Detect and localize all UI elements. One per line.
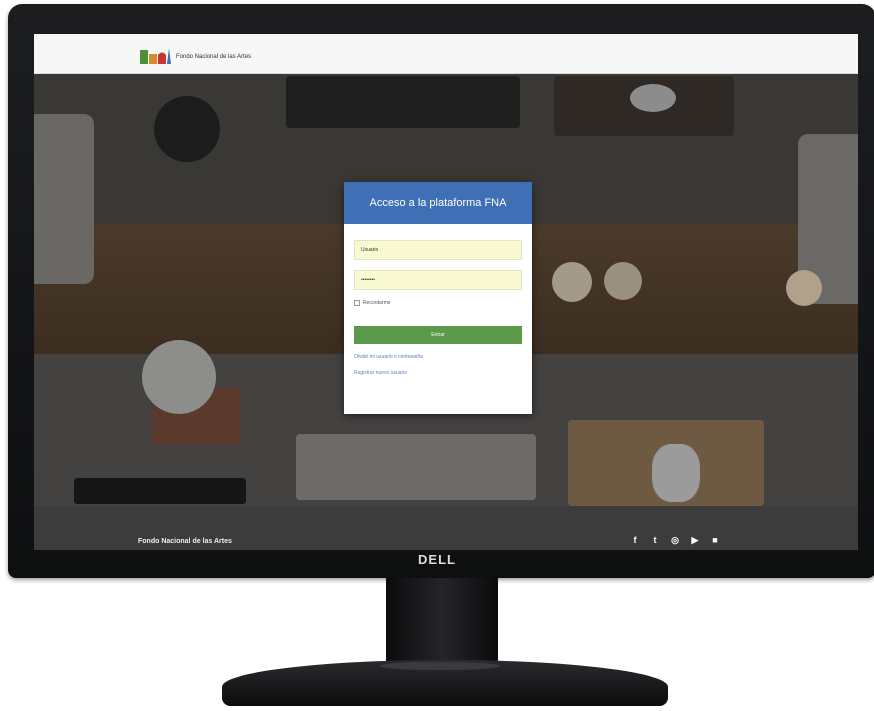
remember-checkbox[interactable]	[354, 300, 360, 306]
remember-label: Recordarme	[363, 300, 391, 306]
phone	[74, 478, 246, 504]
monitor-base-highlight	[380, 662, 500, 670]
register-link[interactable]: Registrar nuevo usuario	[354, 370, 522, 376]
flickr-icon[interactable]: ■	[710, 534, 720, 546]
mouse-bottom	[652, 444, 700, 502]
keyboard-bottom	[296, 434, 536, 500]
facebook-icon[interactable]: f	[630, 534, 640, 546]
decor-round-a	[552, 262, 592, 302]
site-footer: Fondo Nacional de las Artes f t ◎ ▶ ■	[34, 506, 858, 550]
social-links: f t ◎ ▶ ■	[630, 534, 720, 546]
password-field[interactable]: ••••••••	[354, 270, 522, 290]
submit-button[interactable]: Entrar	[354, 326, 522, 344]
speaker-left	[34, 114, 94, 284]
mouse-top	[630, 84, 676, 112]
decor-round-b	[604, 262, 642, 300]
instagram-icon[interactable]: ◎	[670, 534, 680, 546]
footer-name: Fondo Nacional de las Artes	[138, 538, 232, 545]
youtube-icon[interactable]: ▶	[690, 534, 700, 546]
background-photo: Acceso a la plataforma FNA Usuario •••••…	[34, 74, 858, 506]
forgot-password-link[interactable]: Olvidé mi usuario o contraseña	[354, 354, 522, 360]
cup-bottom	[142, 340, 216, 414]
monitor-screen: Fondo Nacional de las Artes Acceso a la …	[34, 34, 858, 550]
login-title: Acceso a la plataforma FNA	[344, 182, 532, 224]
remember-me[interactable]: Recordarme	[354, 300, 522, 306]
keyboard-top	[286, 76, 520, 128]
twitter-icon[interactable]: t	[650, 534, 660, 546]
login-body: Usuario •••••••• Recordarme Entrar Olvid…	[344, 224, 532, 376]
cup-top	[154, 96, 220, 162]
monitor-brand-logo: DELL	[418, 552, 456, 567]
decor-round-c	[786, 270, 822, 306]
stage: DELL Fondo Nacional de las Artes Acceso …	[0, 0, 874, 711]
site-header: Fondo Nacional de las Artes	[34, 34, 858, 74]
site-logo-text: Fondo Nacional de las Artes	[176, 54, 252, 60]
fna-logo-icon[interactable]	[140, 46, 172, 64]
login-panel: Acceso a la plataforma FNA Usuario •••••…	[344, 182, 532, 414]
username-field[interactable]: Usuario	[354, 240, 522, 260]
